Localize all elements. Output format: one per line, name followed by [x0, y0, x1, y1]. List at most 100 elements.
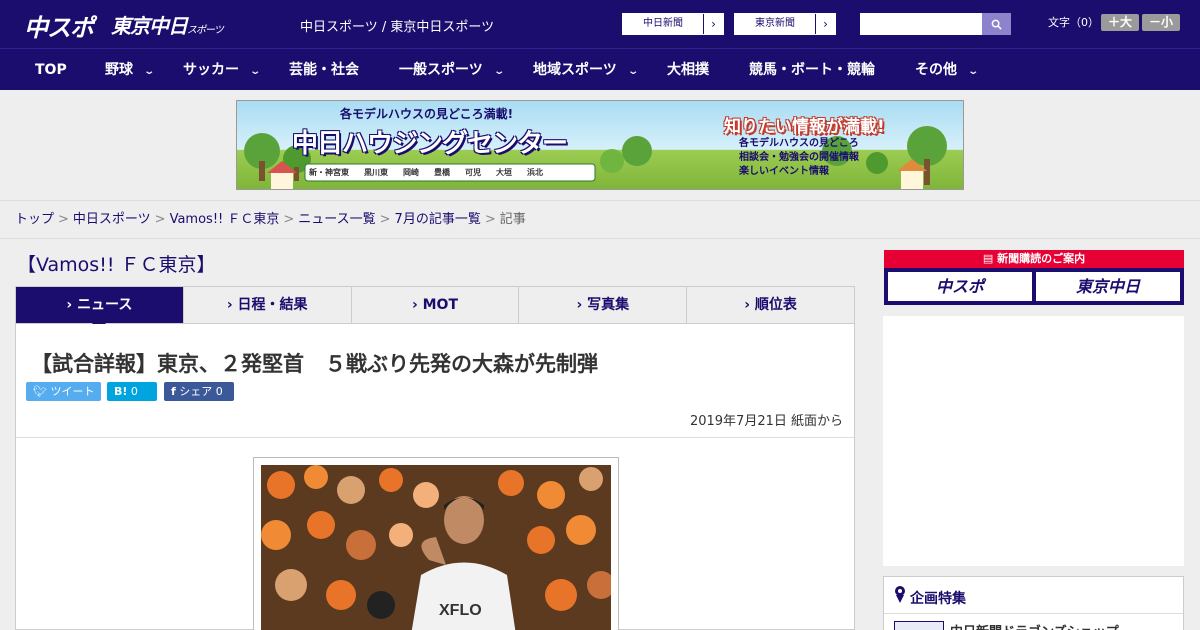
nav-item-label: サッカー — [183, 62, 239, 78]
facebook-icon: f — [171, 385, 176, 398]
search-icon — [991, 19, 1002, 30]
chunichi-shimbun-label: 中日新聞 — [643, 18, 683, 29]
subscription-box: ▤ 新聞購読のご案内 中スポ 東京中日 — [884, 250, 1184, 305]
nav-item-soccer[interactable]: サッカー ⌄ — [183, 49, 262, 91]
nav-item-label: 一般スポーツ — [399, 62, 483, 78]
facebook-count: 0 — [215, 385, 223, 398]
tab-standings[interactable]: › 順位表 — [687, 287, 854, 323]
font-larger-button[interactable]: ＋大 — [1101, 14, 1139, 31]
font-size-label: 文字（0） — [1048, 16, 1099, 29]
search-input[interactable] — [860, 13, 984, 35]
chevron-right-icon: › — [226, 297, 238, 313]
chevron-down-icon: ⌄ — [493, 66, 505, 77]
housing-center-banner[interactable]: 各モデルハウスの見どころ満載! 中日ハウジングセンター 新・神宮東 黒川東 岡崎… — [236, 100, 964, 190]
nav-item-label: 地域スポーツ — [533, 62, 617, 78]
tweet-button[interactable]: 🐦︎ ツイート — [26, 382, 101, 401]
sidebar-ad-slot[interactable] — [883, 316, 1184, 566]
hatena-count: 0 — [130, 385, 138, 398]
tab-news[interactable]: › ニュース — [16, 287, 184, 331]
location-label: 可児 — [465, 168, 481, 177]
article: 【試合詳報】東京、２発堅首 ５戦ぶり先発の大森が先制弾 🐦︎ ツイート B! 0… — [15, 324, 855, 630]
nav-item-other[interactable]: その他 ⌄ — [915, 49, 980, 91]
section-heading: 【Vamos!! ＦＣ東京】 — [17, 254, 216, 276]
ribbon-icon — [895, 586, 905, 603]
article-title: 【試合詳報】東京、２発堅首 ５戦ぶり先発の大森が先制弾 — [31, 352, 598, 376]
breadcrumb-link-news-list[interactable]: ニュース一覧 — [298, 212, 375, 227]
location-label: 豊橋 — [434, 168, 450, 177]
nav-item-label: 野球 — [105, 62, 133, 78]
feature-item-link[interactable]: 中日新聞ドラゴンズショップ — [950, 621, 1119, 630]
tokyo-chunichi-logo[interactable]: 東京中日スポーツ — [111, 10, 224, 39]
subscription-heading: ▤ 新聞購読のご案内 — [884, 250, 1184, 268]
tokyo-shimbun-label: 東京新聞 — [755, 18, 795, 29]
hatena-icon: B! — [114, 385, 128, 398]
chunichi-shimbun-button[interactable]: 中日新聞 › — [622, 13, 724, 35]
breadcrumb-link-chunichi-sports[interactable]: 中日スポーツ — [73, 212, 151, 227]
subscribe-tokyo-chunichi-button[interactable]: 東京中日 — [1036, 272, 1180, 301]
breadcrumb-separator: > — [154, 212, 166, 227]
location-label: 新・神宮東 — [309, 168, 349, 177]
newspaper-icon: ▤ — [982, 252, 998, 265]
tab-label: 写真集 — [587, 297, 630, 313]
chevron-down-icon: ⌄ — [249, 66, 262, 77]
banner-top-text: 各モデルハウスの見どころ満載! — [340, 107, 514, 121]
chevron-right-icon: › — [703, 14, 723, 34]
facebook-label: シェア — [179, 385, 213, 398]
chuspo-logo[interactable]: 中スポ — [24, 8, 94, 43]
tab-label: MOT — [422, 297, 459, 313]
breadcrumb-separator: > — [379, 212, 391, 227]
breadcrumb-separator: > — [484, 212, 496, 227]
location-label: 黒川東 — [364, 168, 388, 177]
banner-locations: 新・神宮東 黒川東 岡崎 豊橋 可児 大垣 浜北 — [309, 167, 543, 178]
subscription-title: 新聞購読のご案内 — [997, 252, 1086, 265]
nav-item-local-sports[interactable]: 地域スポーツ ⌄ — [533, 49, 639, 91]
banner-right-item: 楽しいイベント情報 — [739, 166, 829, 177]
location-label: 大垣 — [496, 168, 512, 177]
nav-item-sumo[interactable]: 大相撲 — [667, 49, 709, 91]
feature-box: 企画特集 中日新聞ドラゴンズショップ — [883, 576, 1184, 630]
tokyo-logo-small: スポーツ — [187, 25, 224, 36]
chevron-down-icon: ⌄ — [627, 66, 639, 77]
banner-right-list: 各モデルハウスの見どころ 相談会・勉強会の開催情報 楽しいイベント情報 — [739, 137, 859, 179]
breadcrumb-separator: > — [283, 212, 295, 227]
tab-mot[interactable]: › MOT — [351, 287, 520, 323]
banner-right-item: 相談会・勉強会の開催情報 — [739, 152, 859, 163]
article-photo[interactable]: XFLO — [261, 465, 611, 630]
facebook-share-button[interactable]: f シェア 0 — [164, 382, 234, 401]
location-label: 浜北 — [527, 168, 543, 177]
top-header: 中スポ 東京中日スポーツ 中日スポーツ / 東京中日スポーツ 中日新聞 › 東京… — [0, 0, 1200, 48]
breadcrumb-separator: > — [58, 212, 69, 227]
tab-photos[interactable]: › 写真集 — [519, 287, 688, 323]
svg-text:XFLO: XFLO — [439, 602, 482, 619]
twitter-icon: 🐦︎ — [33, 385, 47, 398]
player-photo-illustration: XFLO — [261, 465, 611, 630]
search-button[interactable] — [982, 13, 1011, 35]
breadcrumb-link-july-articles[interactable]: 7月の記事一覧 — [395, 212, 481, 227]
tokyo-shimbun-button[interactable]: 東京新聞 › — [734, 13, 836, 35]
chevron-right-icon: › — [576, 297, 588, 313]
breadcrumb: トップ > 中日スポーツ > Vamos!! ＦＣ東京 > ニュース一覧 >7月の記事一覧 > 記… — [0, 200, 1200, 239]
breadcrumb-link-vamos[interactable]: Vamos!! ＦＣ東京 — [170, 212, 280, 227]
feature-title: 企画特集 — [910, 591, 966, 607]
hatena-bookmark-button[interactable]: B! 0 — [107, 382, 157, 401]
nav-item-racing[interactable]: 競馬・ボート・競輪 — [749, 49, 875, 91]
chevron-down-icon: ⌄ — [143, 66, 156, 77]
font-smaller-button[interactable]: －小 — [1142, 14, 1180, 31]
article-date: 2019年7月21日 紙面から — [689, 414, 843, 429]
breadcrumb-link-top[interactable]: トップ — [15, 212, 54, 227]
tokyo-logo-text: 東京中日 — [111, 14, 188, 38]
nav-item-general-sports[interactable]: 一般スポーツ ⌄ — [399, 49, 505, 91]
tab-label: 日程・結果 — [237, 297, 308, 313]
subscribe-chuspo-button[interactable]: 中スポ — [888, 272, 1032, 301]
nav-item-baseball[interactable]: 野球 ⌄ — [105, 49, 156, 91]
location-label: 岡崎 — [403, 168, 419, 177]
main-nav: TOP 野球 ⌄ サッカー ⌄ 芸能・社会 一般スポーツ ⌄ 地域スポーツ ⌄ 大相撲 … — [0, 48, 1200, 90]
tab-schedule-results[interactable]: › 日程・結果 — [183, 287, 352, 323]
tab-label: ニュース — [77, 297, 133, 313]
banner-area: 各モデルハウスの見どころ満載! 中日ハウジングセンター 新・神宮東 黒川東 岡崎… — [0, 90, 1200, 200]
nav-item-top[interactable]: TOP — [35, 49, 67, 91]
feature-item-thumbnail[interactable] — [894, 621, 944, 630]
article-divider — [16, 437, 854, 438]
nav-item-entertainment[interactable]: 芸能・社会 — [289, 49, 359, 91]
chevron-down-icon: ⌄ — [967, 66, 980, 77]
